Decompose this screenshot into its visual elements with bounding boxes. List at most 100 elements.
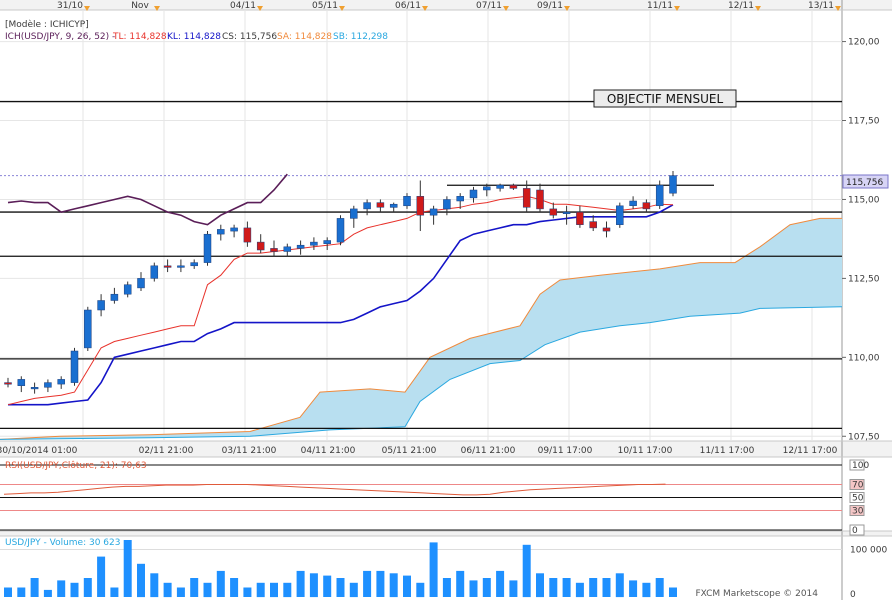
bottom-date-label: 30/10/2014 01:00	[0, 446, 78, 456]
candle-body	[429, 208, 438, 216]
top-date-label: 07/11	[476, 1, 502, 11]
legend-cs: CS: 115,756	[222, 32, 277, 42]
price-tick-label: 117,50	[848, 117, 880, 127]
rsi-tick-label: 0	[852, 526, 858, 536]
candle-body	[283, 246, 292, 252]
volume-bar	[655, 578, 664, 597]
price-chart[interactable]: 107,50 110,00 112,50 115,00 117,50 120,00 31/…	[0, 0, 892, 600]
volume-bar	[562, 578, 571, 597]
candle-body	[190, 262, 198, 267]
volume-bar	[482, 578, 491, 597]
candle-body	[363, 202, 371, 210]
price-tick-label: 107,50	[848, 432, 880, 442]
bottom-date-label: 02/11 21:00	[139, 446, 194, 456]
volume-bar	[270, 582, 278, 598]
volume-bar	[389, 573, 398, 598]
volume-bar	[509, 580, 518, 597]
bottom-date-label: 03/11 21:00	[222, 446, 277, 456]
candle-body	[576, 211, 584, 225]
candle-body	[30, 387, 39, 390]
top-date-label: 11/11	[647, 1, 673, 11]
rsi-tick-label: 30	[852, 507, 864, 517]
candle-body	[70, 350, 79, 383]
volume-bar	[190, 578, 199, 597]
candle-body	[177, 265, 185, 268]
legend-tl: TL: 114,828	[112, 32, 167, 42]
volume-bar	[349, 582, 358, 598]
price-tick-label: 112,50	[848, 274, 880, 284]
candle-body	[310, 241, 318, 246]
bottom-date-label: 11/11 17:00	[700, 446, 755, 456]
top-date-label: 05/11	[312, 1, 338, 11]
volume-bar	[602, 578, 611, 597]
bottom-date-label: 09/11 17:00	[538, 446, 593, 456]
volume-bar	[376, 570, 385, 597]
panel-separator	[0, 531, 892, 536]
candle-body	[655, 184, 664, 206]
volume-bar	[642, 582, 651, 598]
candle-body	[403, 196, 411, 207]
rsi-tick-label: 50	[852, 494, 864, 504]
volume-bar	[123, 540, 132, 597]
volume-bar	[150, 573, 159, 598]
volume-bar	[57, 580, 66, 597]
legend-kl: KL: 114,828	[167, 32, 221, 42]
bottom-date-label: 05/11 21:00	[382, 446, 437, 456]
candle-body	[336, 218, 345, 243]
candle-body	[522, 188, 531, 208]
volume-bar	[363, 570, 372, 597]
rsi-tick-label: 100	[852, 461, 869, 471]
candle-body	[350, 208, 358, 219]
top-date-label: 04/11	[230, 1, 256, 11]
candle-body	[589, 221, 597, 229]
candle-body	[230, 227, 238, 232]
legend-sb: SB: 112,298	[333, 32, 388, 42]
candle-body	[496, 184, 504, 189]
volume-bar	[456, 570, 465, 597]
volume-bar	[615, 573, 624, 598]
volume-bar	[669, 587, 677, 597]
volume-bar	[309, 573, 318, 598]
candle-body	[629, 200, 637, 206]
candle-body	[376, 202, 385, 208]
bottom-date-label: 12/11 17:00	[783, 446, 838, 456]
bottom-date-bar	[0, 441, 892, 457]
volume-bar	[4, 587, 12, 597]
candle-body	[243, 227, 252, 243]
candle-body	[642, 202, 651, 210]
candle-body	[150, 265, 159, 279]
volume-tick-label: 0	[850, 590, 856, 600]
bottom-date-label: 10/11 17:00	[618, 446, 673, 456]
candle-body	[616, 205, 624, 225]
volume-bar	[216, 570, 225, 597]
bottom-date-label: 06/11 21:00	[461, 446, 516, 456]
candle-body	[17, 379, 26, 386]
volume-bar	[323, 575, 332, 597]
legend-sa: SA: 114,828	[277, 32, 332, 42]
candle-body	[57, 379, 65, 385]
candle-body	[110, 293, 119, 301]
volume-bar	[17, 587, 26, 597]
candle-body	[44, 382, 52, 388]
volume-tick-label: 100 000	[850, 546, 887, 556]
candle-body	[256, 241, 265, 251]
volume-bar	[336, 578, 345, 597]
candle-body	[270, 248, 278, 252]
candle-body	[137, 278, 145, 289]
bottom-date-label: 04/11 21:00	[301, 446, 356, 456]
candle-body	[562, 211, 571, 214]
volume-bar	[403, 575, 411, 597]
price-tick-label: 115,00	[848, 195, 880, 205]
candle-body	[602, 227, 611, 232]
volume-bar	[629, 580, 638, 597]
candle-body	[509, 184, 518, 189]
volume-bar	[296, 570, 305, 597]
price-tick-label: 110,00	[848, 353, 880, 363]
candle-body	[84, 309, 92, 349]
volume-bar	[230, 578, 239, 597]
candle-body	[456, 196, 464, 202]
volume-bar	[83, 578, 92, 597]
volume-bar	[549, 578, 558, 597]
top-date-label: 09/11	[537, 1, 563, 11]
top-date-label: 13/11	[808, 1, 834, 11]
